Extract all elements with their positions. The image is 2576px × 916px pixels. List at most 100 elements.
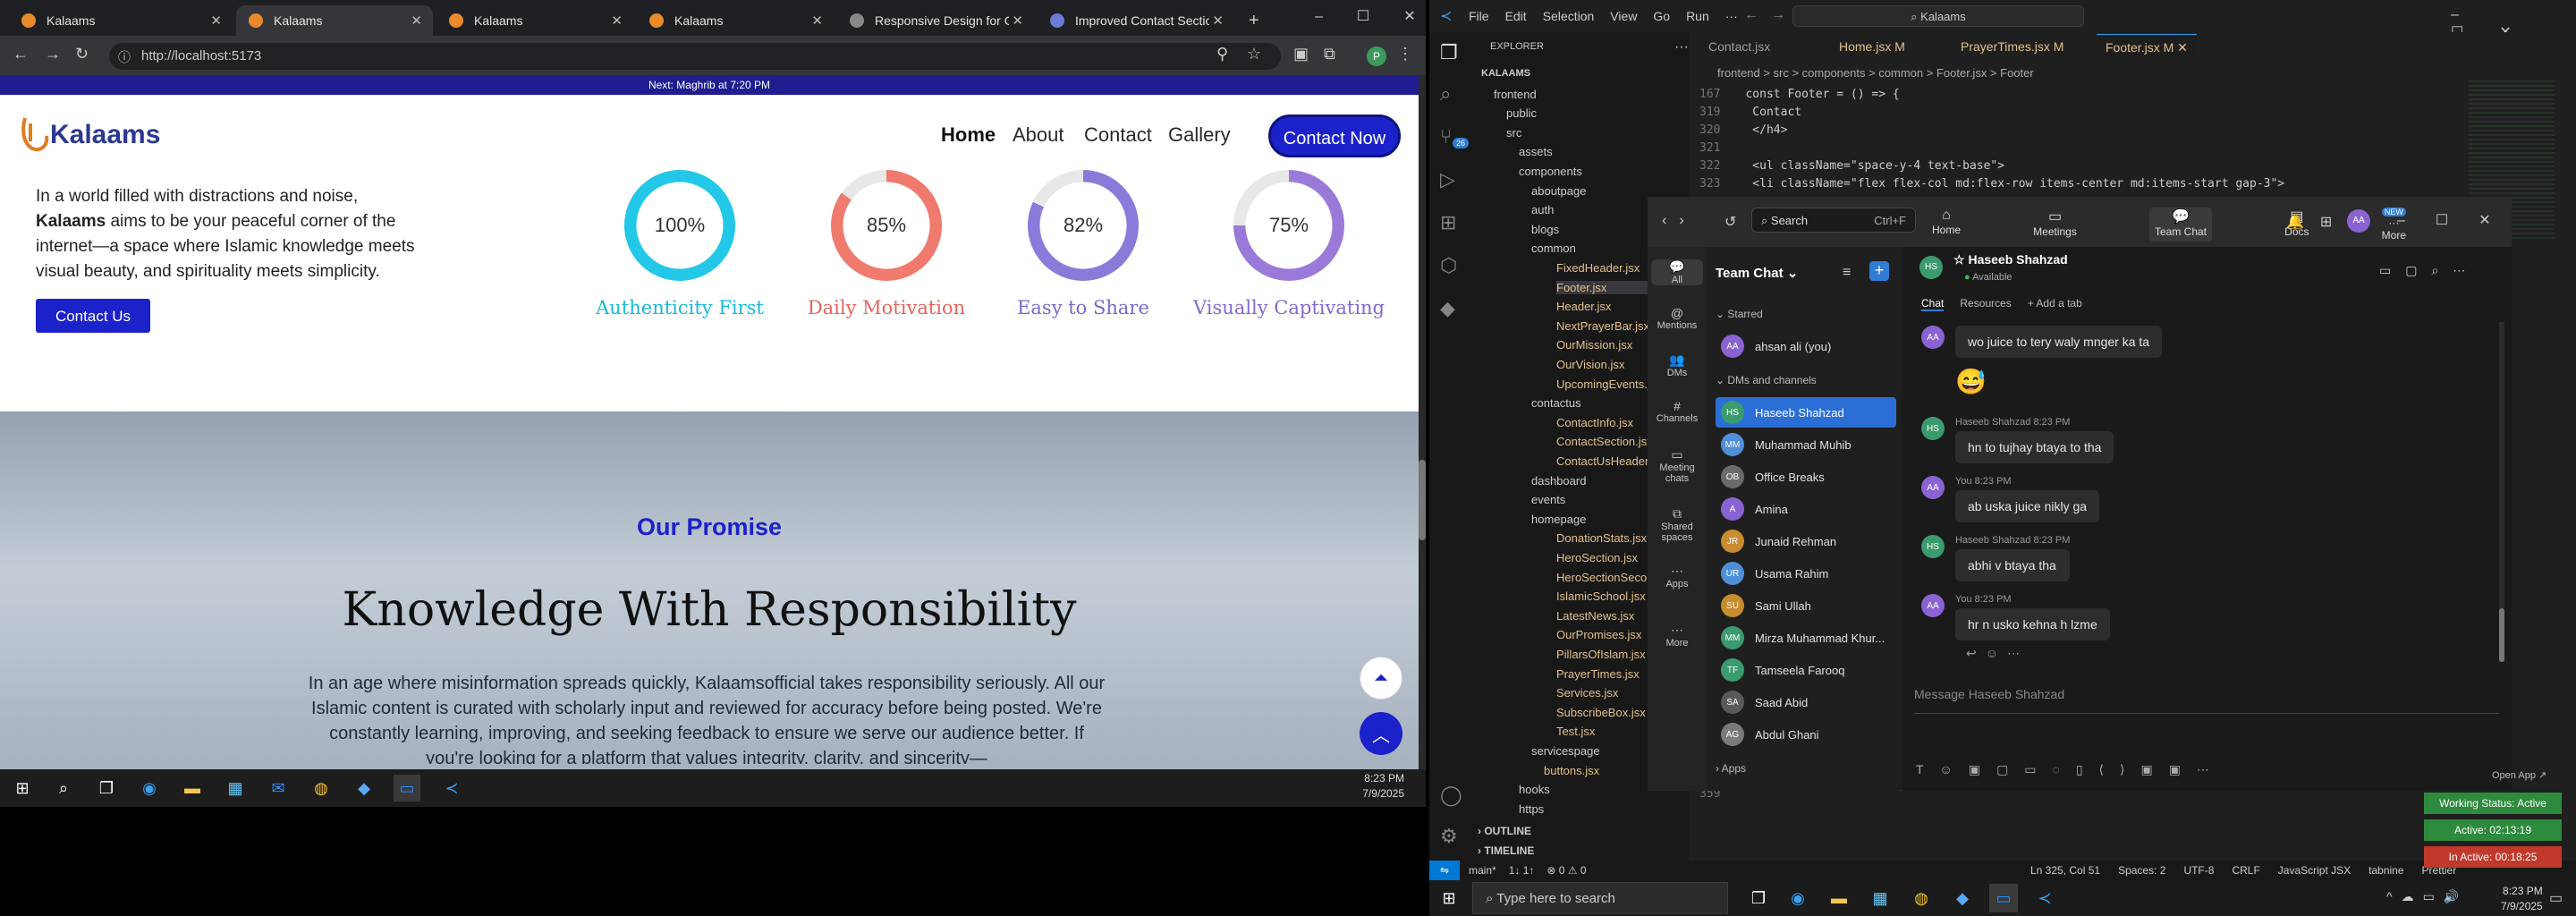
command-center-search[interactable]: ⌕ Kalaams — [1792, 5, 2084, 27]
tree-file[interactable]: IslamicSchool.jsx — [1556, 589, 1646, 603]
new-chat-button[interactable]: + — [1869, 261, 1889, 281]
menu-edit[interactable]: Edit — [1505, 9, 1527, 23]
tree-file[interactable]: UpcomingEvents.jsx — [1556, 377, 1662, 391]
remote-indicator-icon[interactable]: ⇋ — [1429, 861, 1460, 880]
chat-list-title[interactable]: Team Chat ⌄ — [1716, 265, 1798, 281]
chat-message[interactable]: HS Haseeb Shahzad 8:23 PM abhi v btaya tha — [1921, 535, 2071, 581]
chat-list-item[interactable]: A Amina — [1716, 494, 1896, 524]
tree-file[interactable]: Test.jsx — [1556, 725, 1595, 738]
tree-file[interactable]: NextPrayerBar.jsx — [1556, 319, 1649, 333]
tree-folder[interactable]: dashboard — [1531, 474, 1586, 488]
git-sync[interactable]: 1↓ 1↑ — [1509, 864, 1535, 877]
chat-list-item[interactable]: MM Muhammad Muhib — [1716, 429, 1896, 460]
file-explorer-icon[interactable]: ▬ — [179, 775, 206, 802]
rail-item[interactable]: # Channels — [1648, 399, 1707, 424]
tree-folder[interactable]: assets — [1519, 145, 1553, 158]
tree-file[interactable]: HeroSectionSeco... — [1556, 571, 1657, 584]
indentation[interactable]: Spaces: 2 — [2118, 864, 2165, 877]
chat-list-item[interactable]: OB Office Breaks — [1716, 462, 1896, 492]
apps-header[interactable]: › Apps — [1716, 762, 1746, 775]
tree-file[interactable]: PillarsOfIslam.jsx — [1556, 648, 1646, 661]
tree-folder[interactable]: events — [1531, 493, 1565, 506]
chat-list-item[interactable]: SU Sami Ullah — [1716, 590, 1896, 621]
code-line[interactable]: 320 </h4> — [1699, 123, 1787, 137]
chat-list-item[interactable]: SA Saad Abid — [1716, 687, 1896, 717]
contact-us-button[interactable]: Contact Us — [36, 299, 150, 333]
outline-section[interactable]: › OUTLINE — [1478, 825, 1531, 837]
scrollbar[interactable] — [1419, 75, 1426, 769]
nav-arrows[interactable]: ←→ — [1744, 7, 1798, 23]
rail-item[interactable]: ⋯ More — [1648, 623, 1707, 649]
avatar[interactable]: HS — [1919, 256, 1943, 279]
star-icon[interactable]: ☆ — [1953, 252, 1968, 267]
bookmark-star-icon[interactable]: ☆ — [1247, 45, 1261, 64]
code-line[interactable]: 321 — [1699, 141, 1745, 155]
store-icon[interactable]: ▦ — [1866, 884, 1894, 912]
kalaams-logo-mark[interactable] — [20, 113, 50, 154]
close-icon[interactable]: ✕ — [1012, 13, 1023, 29]
windows-start-icon[interactable]: ⊞ — [9, 775, 36, 802]
problems-count[interactable]: ⊗ 0 ⚠ 0 — [1546, 864, 1586, 877]
window-controls[interactable]: –☐✕ — [2397, 211, 2521, 229]
chat-list-item[interactable]: TF Tamseela Farooq — [1716, 655, 1896, 685]
tree-file[interactable]: ContactSection.jsx — [1556, 435, 1653, 448]
chat-message[interactable]: HS Haseeb Shahzad 8:23 PM hn to tujhay bta… — [1921, 417, 2114, 463]
back-icon[interactable]: ← — [13, 45, 29, 64]
tab-footer-active[interactable]: Footer.jsx M ✕ — [2097, 34, 2197, 59]
new-tab-button[interactable]: + — [1236, 5, 1267, 36]
scroll-top-icon[interactable]: ⏶ — [1360, 657, 1402, 700]
tab-add[interactable]: + Add a tab — [2028, 297, 2082, 311]
rail-item[interactable]: ⧉ Shared spaces — [1648, 506, 1707, 543]
rail-item[interactable]: 💬 All — [1651, 259, 1703, 285]
address-bar[interactable]: http://localhost:5173 — [109, 43, 1281, 70]
code-line[interactable]: 167 const Footer = () => { — [1699, 88, 1900, 101]
teams-search-box[interactable]: ⌕ Search Ctrl+F — [1751, 208, 1916, 233]
reload-icon[interactable]: ↻ — [75, 45, 89, 64]
close-icon[interactable]: ✕ — [611, 13, 623, 29]
tree-folder[interactable]: auth — [1531, 203, 1554, 216]
chevron-up-icon[interactable]: ︿ — [1360, 712, 1402, 755]
chat-message[interactable]: 😅 — [1921, 367, 1987, 396]
browser-tab[interactable]: Kalaams ✕ — [9, 5, 233, 36]
tree-file[interactable]: FixedHeader.jsx — [1556, 261, 1640, 275]
starred-header[interactable]: ⌄ Starred — [1716, 308, 1763, 320]
tab-contact[interactable]: Contact.jsx — [1708, 34, 1770, 59]
menu-more[interactable]: ··· — [1725, 9, 1738, 23]
location-icon[interactable]: ⚲ — [1216, 45, 1228, 64]
menu-go[interactable]: Go — [1653, 9, 1670, 23]
message-composer[interactable]: Message Haseeb Shahzad — [1914, 678, 2499, 714]
tree-file[interactable]: OurMission.jsx — [1556, 338, 1632, 352]
menu-icon[interactable]: ⋮ — [1397, 45, 1413, 64]
tree-folder[interactable]: contactus — [1531, 396, 1581, 410]
task-view-icon[interactable]: ❐ — [93, 775, 120, 802]
run-debug-icon[interactable]: ▷ — [1440, 168, 1455, 191]
tree-folder[interactable]: blogs — [1531, 223, 1559, 236]
site-info-icon[interactable]: ⓘ — [118, 48, 131, 66]
cursor-position[interactable]: Ln 325, Col 51 — [2030, 864, 2100, 877]
tree-folder[interactable]: components — [1519, 165, 1582, 178]
chrome-icon[interactable]: ◍ — [308, 775, 335, 802]
end-of-line[interactable]: CRLF — [2232, 864, 2259, 877]
rail-item[interactable]: ⋯ Apps — [1648, 564, 1707, 589]
forward-icon[interactable]: → — [45, 45, 61, 64]
extension-icon[interactable]: ▣ — [1293, 45, 1309, 64]
chat-list-item[interactable]: HS Haseeb Shahzad — [1716, 397, 1896, 428]
tab-prayertimes[interactable]: PrayerTimes.jsx M — [1961, 34, 2063, 59]
dms-header[interactable]: ⌄ DMs and channels — [1716, 374, 1817, 386]
nav-about[interactable]: About — [1013, 123, 1064, 147]
windows-start-icon[interactable]: ⊞ — [1435, 884, 1463, 912]
tabnine-icon[interactable]: ◆ — [1440, 297, 1455, 320]
chat-list-item[interactable]: MM Mirza Muhammad Khur... — [1716, 623, 1896, 653]
close-icon[interactable]: ✕ — [1212, 13, 1224, 29]
edge-icon[interactable]: ◉ — [136, 775, 163, 802]
taskbar-clock[interactable]: 8:23 PM 7/9/2025 — [2501, 884, 2543, 914]
tree-folder[interactable]: aboutpage — [1531, 184, 1586, 198]
tab-chat[interactable]: Chat — [1921, 297, 1945, 311]
chat-message[interactable]: AA You 8:23 PM hr n usko kehna h lzme — [1921, 594, 2110, 640]
chat-list-item[interactable]: AA ahsan ali (you) — [1716, 331, 1896, 361]
tree-folder[interactable]: public — [1506, 106, 1537, 120]
more-actions-icon[interactable]: ··· — [1674, 39, 1689, 55]
encoding[interactable]: UTF-8 — [2183, 864, 2214, 877]
teams-nav-team-chat[interactable]: 💬 Team Chat — [2149, 208, 2213, 242]
open-app-link[interactable]: Open App ↗ — [2492, 769, 2546, 781]
